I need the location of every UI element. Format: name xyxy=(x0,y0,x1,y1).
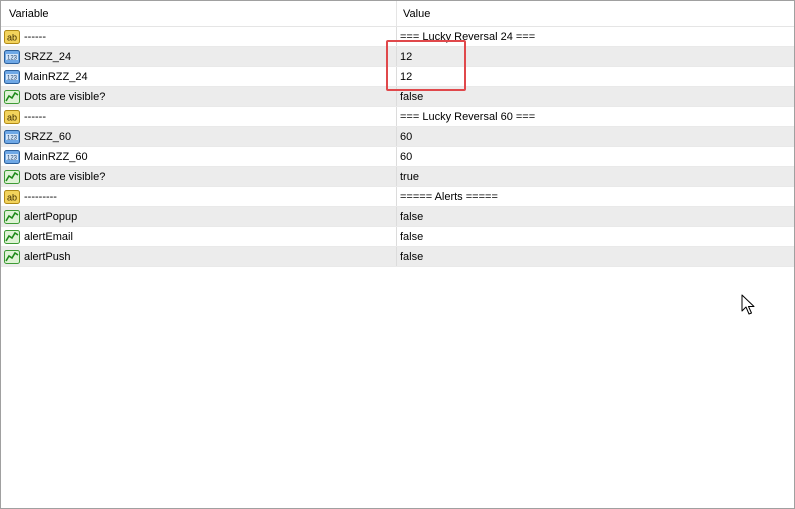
boolean-chart-icon xyxy=(4,89,20,104)
variable-value: === Lucky Reversal 60 === xyxy=(400,110,536,123)
boolean-chart-icon xyxy=(4,169,20,184)
variable-cell[interactable]: Dots are visible? xyxy=(1,87,397,106)
variable-cell[interactable]: ab ------ xyxy=(1,107,397,126)
value-cell[interactable]: 60 xyxy=(397,147,794,166)
variable-value: ===== Alerts ===== xyxy=(400,190,498,203)
value-cell[interactable]: true xyxy=(397,167,794,186)
variable-value: false xyxy=(400,210,424,223)
variable-cell[interactable]: ab ------ xyxy=(1,27,397,46)
variable-cell[interactable]: ab --------- xyxy=(1,187,397,206)
svg-text:123: 123 xyxy=(7,135,18,141)
table-row[interactable]: ab --------- ===== Alerts ===== xyxy=(1,187,794,207)
variable-value: false xyxy=(400,90,424,103)
mouse-pointer-icon xyxy=(741,294,755,315)
table-row[interactable]: 123 SRZZ_60 60 xyxy=(1,127,794,147)
variable-name: Dots are visible? xyxy=(24,90,106,103)
table-body: ab ------ === Lucky Reversal 24 === 123 SRZZ… xyxy=(1,27,794,267)
header-value[interactable]: Value xyxy=(397,1,794,26)
table-row[interactable]: Dots are visible? true xyxy=(1,167,794,187)
table-row[interactable]: alertPush false xyxy=(1,247,794,267)
svg-text:123: 123 xyxy=(7,155,18,161)
svg-text:ab: ab xyxy=(7,112,17,122)
svg-text:123: 123 xyxy=(7,55,18,61)
inputs-table: Variable Value ab ------ === Lucky Reversa… xyxy=(0,0,795,509)
table-row[interactable]: ab ------ === Lucky Reversal 60 === xyxy=(1,107,794,127)
svg-text:123: 123 xyxy=(7,75,18,81)
variable-name: MainRZZ_24 xyxy=(24,70,88,83)
table-header: Variable Value xyxy=(1,1,794,27)
value-cell[interactable]: ===== Alerts ===== xyxy=(397,187,794,206)
variable-name: alertEmail xyxy=(24,230,73,243)
boolean-chart-icon xyxy=(4,209,20,224)
variable-cell[interactable]: alertPopup xyxy=(1,207,397,226)
value-cell[interactable]: false xyxy=(397,227,794,246)
variable-name: MainRZZ_60 xyxy=(24,150,88,163)
string-ab-icon: ab xyxy=(4,29,20,44)
variable-name: Dots are visible? xyxy=(24,170,106,183)
integer-123-icon: 123 xyxy=(4,149,20,164)
table-row[interactable]: 123 MainRZZ_24 12 xyxy=(1,67,794,87)
variable-value: false xyxy=(400,250,424,263)
variable-cell[interactable]: 123 SRZZ_24 xyxy=(1,47,397,66)
value-cell[interactable]: false xyxy=(397,247,794,266)
value-cell[interactable]: === Lucky Reversal 60 === xyxy=(397,107,794,126)
value-cell[interactable]: 60 xyxy=(397,127,794,146)
variable-value: 60 xyxy=(400,130,413,143)
table-row[interactable]: 123 SRZZ_24 12 xyxy=(1,47,794,67)
boolean-chart-icon xyxy=(4,229,20,244)
table-row[interactable]: alertPopup false xyxy=(1,207,794,227)
boolean-chart-icon xyxy=(4,249,20,264)
variable-cell[interactable]: 123 MainRZZ_60 xyxy=(1,147,397,166)
integer-123-icon: 123 xyxy=(4,129,20,144)
header-variable[interactable]: Variable xyxy=(1,1,397,26)
value-cell[interactable]: 12 xyxy=(397,67,794,86)
variable-cell[interactable]: alertEmail xyxy=(1,227,397,246)
string-ab-icon: ab xyxy=(4,109,20,124)
variable-name: alertPopup xyxy=(24,210,78,223)
variable-cell[interactable]: alertPush xyxy=(1,247,397,266)
variable-name: --------- xyxy=(24,190,57,203)
variable-value: 60 xyxy=(400,150,413,163)
svg-text:ab: ab xyxy=(7,32,17,42)
variable-value: false xyxy=(400,230,424,243)
integer-123-icon: 123 xyxy=(4,49,20,64)
variable-name: SRZZ_60 xyxy=(24,130,72,143)
variable-value: === Lucky Reversal 24 === xyxy=(400,30,536,43)
table-row[interactable]: ab ------ === Lucky Reversal 24 === xyxy=(1,27,794,47)
variable-name: ------ xyxy=(24,110,46,123)
variable-cell[interactable]: Dots are visible? xyxy=(1,167,397,186)
variable-value: 12 xyxy=(400,50,413,63)
variable-cell[interactable]: 123 MainRZZ_24 xyxy=(1,67,397,86)
string-ab-icon: ab xyxy=(4,189,20,204)
value-cell[interactable]: false xyxy=(397,207,794,226)
value-cell[interactable]: === Lucky Reversal 24 === xyxy=(397,27,794,46)
table-row[interactable]: alertEmail false xyxy=(1,227,794,247)
table-row[interactable]: Dots are visible? false xyxy=(1,87,794,107)
value-cell[interactable]: false xyxy=(397,87,794,106)
variable-name: ------ xyxy=(24,30,46,43)
svg-text:ab: ab xyxy=(7,192,17,202)
variable-name: SRZZ_24 xyxy=(24,50,72,63)
variable-value: 12 xyxy=(400,70,413,83)
value-cell[interactable]: 12 xyxy=(397,47,794,66)
table-row[interactable]: 123 MainRZZ_60 60 xyxy=(1,147,794,167)
variable-value: true xyxy=(400,170,419,183)
variable-name: alertPush xyxy=(24,250,71,263)
variable-cell[interactable]: 123 SRZZ_60 xyxy=(1,127,397,146)
integer-123-icon: 123 xyxy=(4,69,20,84)
